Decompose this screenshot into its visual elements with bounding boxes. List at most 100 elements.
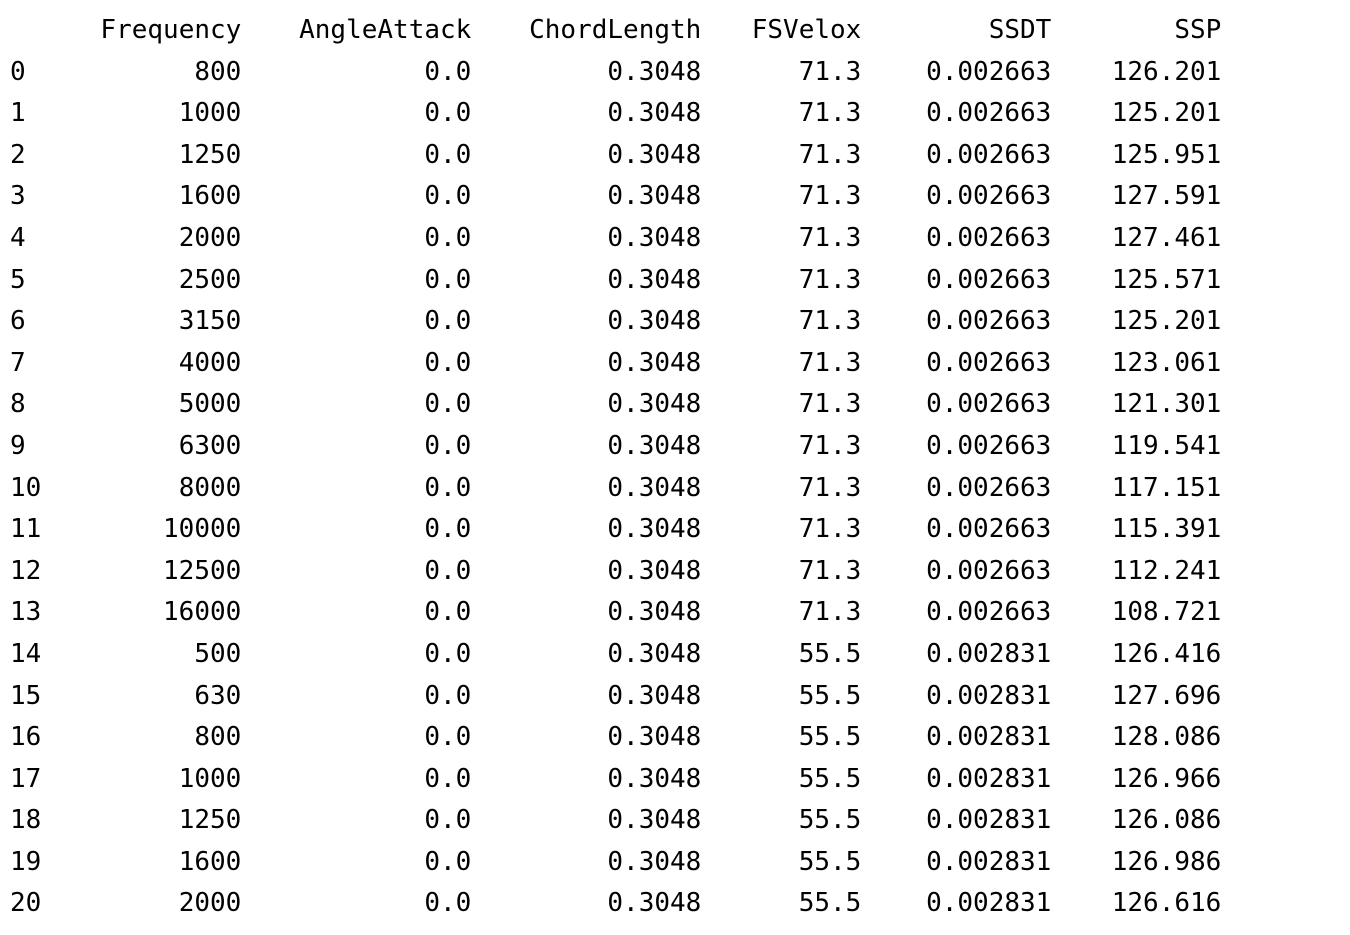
cell-fsvelox: 71.3 [701, 93, 861, 135]
cell-ssdt: 0.002663 [861, 93, 1051, 135]
cell-chordlength: 0.3048 [471, 676, 701, 718]
cell-fsvelox: 55.5 [701, 717, 861, 759]
row-index: 13 [10, 592, 61, 634]
cell-ssp: 126.616 [1051, 883, 1221, 925]
cell-ssdt: 0.002831 [861, 717, 1051, 759]
cell-ssdt: 0.002663 [861, 384, 1051, 426]
cell-chordlength: 0.3048 [471, 592, 701, 634]
row-index: 11 [10, 509, 61, 551]
cell-chordlength: 0.3048 [471, 93, 701, 135]
cell-angleattack: 0.0 [241, 343, 471, 385]
cell-frequency: 1000 [61, 759, 241, 801]
table-row: 525000.00.304871.30.002663125.571 [10, 260, 1221, 302]
cell-frequency: 16000 [61, 592, 241, 634]
cell-ssdt: 0.002831 [861, 676, 1051, 718]
cell-ssdt: 0.002663 [861, 218, 1051, 260]
cell-chordlength: 0.3048 [471, 551, 701, 593]
cell-angleattack: 0.0 [241, 426, 471, 468]
cell-chordlength: 0.3048 [471, 176, 701, 218]
row-index: 2 [10, 135, 61, 177]
cell-ssdt: 0.002663 [861, 135, 1051, 177]
row-index: 10 [10, 468, 61, 510]
cell-ssp: 127.696 [1051, 676, 1221, 718]
cell-fsvelox: 55.5 [701, 842, 861, 884]
table-row: 212500.00.304871.30.002663125.951 [10, 135, 1221, 177]
table-row: 13160000.00.304871.30.002663108.721 [10, 592, 1221, 634]
cell-frequency: 630 [61, 676, 241, 718]
table-row: 1710000.00.304855.50.002831126.966 [10, 759, 1221, 801]
row-index: 7 [10, 343, 61, 385]
cell-fsvelox: 71.3 [701, 592, 861, 634]
table-row: 168000.00.304855.50.002831128.086 [10, 717, 1221, 759]
cell-chordlength: 0.3048 [471, 800, 701, 842]
cell-frequency: 12500 [61, 551, 241, 593]
cell-frequency: 2000 [61, 883, 241, 925]
cell-fsvelox: 71.3 [701, 260, 861, 302]
cell-ssdt: 0.002831 [861, 800, 1051, 842]
cell-frequency: 800 [61, 52, 241, 94]
cell-angleattack: 0.0 [241, 468, 471, 510]
cell-chordlength: 0.3048 [471, 343, 701, 385]
col-header-frequency: Frequency [61, 10, 241, 52]
cell-ssdt: 0.002831 [861, 634, 1051, 676]
table-row: 850000.00.304871.30.002663121.301 [10, 384, 1221, 426]
cell-ssp: 119.541 [1051, 426, 1221, 468]
header-row: Frequency AngleAttack ChordLength FSVelo… [10, 10, 1221, 52]
cell-chordlength: 0.3048 [471, 426, 701, 468]
row-index: 5 [10, 260, 61, 302]
cell-frequency: 2000 [61, 218, 241, 260]
cell-angleattack: 0.0 [241, 800, 471, 842]
col-header-ssdt: SSDT [861, 10, 1051, 52]
row-index: 16 [10, 717, 61, 759]
cell-ssp: 121.301 [1051, 384, 1221, 426]
table-row: 420000.00.304871.30.002663127.461 [10, 218, 1221, 260]
cell-ssp: 108.721 [1051, 592, 1221, 634]
cell-angleattack: 0.0 [241, 883, 471, 925]
cell-frequency: 1600 [61, 842, 241, 884]
cell-fsvelox: 55.5 [701, 883, 861, 925]
cell-fsvelox: 55.5 [701, 676, 861, 718]
cell-ssdt: 0.002663 [861, 468, 1051, 510]
cell-ssp: 115.391 [1051, 509, 1221, 551]
cell-frequency: 3150 [61, 301, 241, 343]
cell-frequency: 2500 [61, 260, 241, 302]
row-index: 15 [10, 676, 61, 718]
cell-ssp: 112.241 [1051, 551, 1221, 593]
cell-ssdt: 0.002831 [861, 759, 1051, 801]
cell-frequency: 5000 [61, 384, 241, 426]
cell-chordlength: 0.3048 [471, 509, 701, 551]
cell-ssp: 127.461 [1051, 218, 1221, 260]
cell-chordlength: 0.3048 [471, 260, 701, 302]
cell-ssdt: 0.002663 [861, 592, 1051, 634]
cell-fsvelox: 71.3 [701, 343, 861, 385]
table-row: 12125000.00.304871.30.002663112.241 [10, 551, 1221, 593]
cell-ssdt: 0.002663 [861, 509, 1051, 551]
row-index: 17 [10, 759, 61, 801]
cell-frequency: 1250 [61, 800, 241, 842]
cell-ssp: 128.086 [1051, 717, 1221, 759]
row-index: 14 [10, 634, 61, 676]
cell-angleattack: 0.0 [241, 717, 471, 759]
cell-fsvelox: 71.3 [701, 551, 861, 593]
cell-fsvelox: 55.5 [701, 634, 861, 676]
cell-ssdt: 0.002831 [861, 842, 1051, 884]
cell-fsvelox: 55.5 [701, 759, 861, 801]
table-row: 740000.00.304871.30.002663123.061 [10, 343, 1221, 385]
table-body: 08000.00.304871.30.002663126.201110000.0… [10, 52, 1221, 925]
table-row: 08000.00.304871.30.002663126.201 [10, 52, 1221, 94]
table-row: 156300.00.304855.50.002831127.696 [10, 676, 1221, 718]
row-index: 19 [10, 842, 61, 884]
row-index: 3 [10, 176, 61, 218]
cell-angleattack: 0.0 [241, 759, 471, 801]
cell-angleattack: 0.0 [241, 676, 471, 718]
cell-fsvelox: 71.3 [701, 52, 861, 94]
cell-ssp: 126.966 [1051, 759, 1221, 801]
cell-chordlength: 0.3048 [471, 384, 701, 426]
row-index: 6 [10, 301, 61, 343]
row-index: 18 [10, 800, 61, 842]
row-index: 1 [10, 93, 61, 135]
cell-ssdt: 0.002663 [861, 551, 1051, 593]
cell-angleattack: 0.0 [241, 176, 471, 218]
row-index: 4 [10, 218, 61, 260]
cell-ssdt: 0.002663 [861, 176, 1051, 218]
